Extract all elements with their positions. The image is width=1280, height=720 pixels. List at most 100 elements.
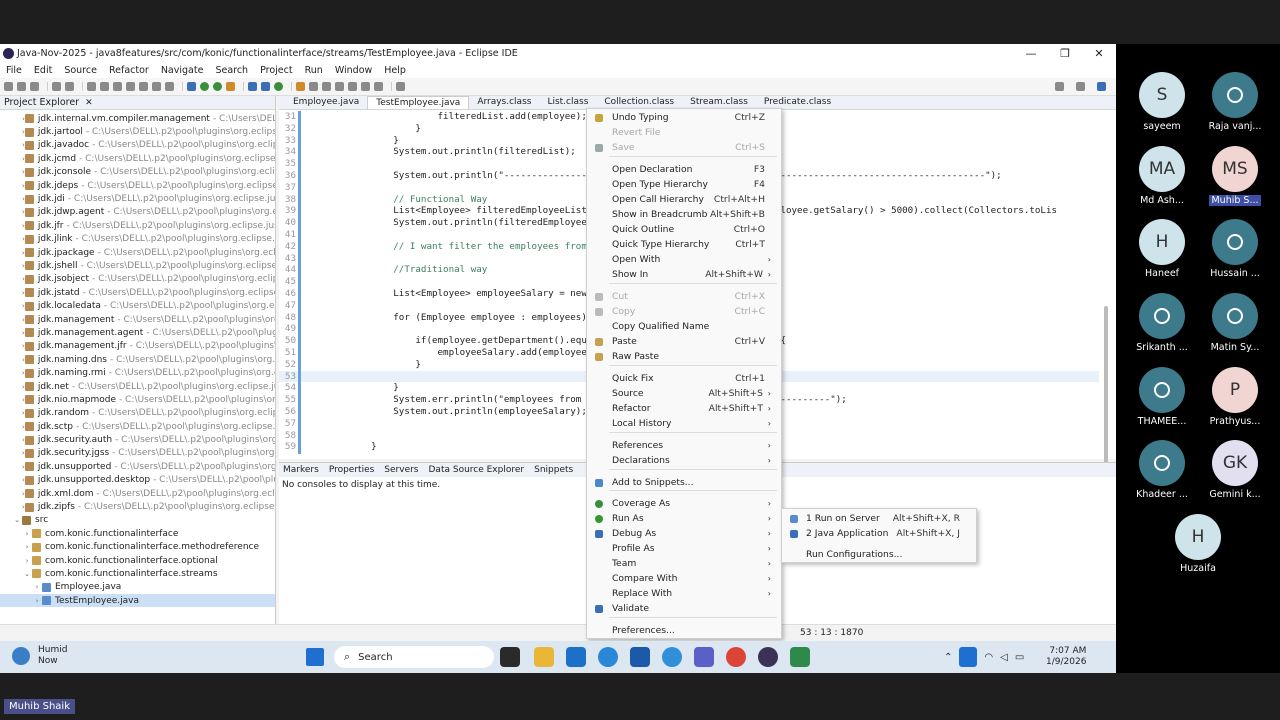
tree-item-file[interactable]: › TestEmployee.java xyxy=(0,594,275,608)
tab-arrays-class[interactable]: Arrays.class xyxy=(469,96,539,109)
disconnect-icon[interactable] xyxy=(126,82,135,91)
chevron-right-icon[interactable]: › xyxy=(32,583,42,591)
previous-annotation-icon[interactable] xyxy=(348,82,357,91)
suspend-icon[interactable] xyxy=(100,82,109,91)
edge-icon[interactable] xyxy=(598,647,618,667)
copilot-icon[interactable] xyxy=(662,647,682,667)
menu-item-undo-typing[interactable]: Undo Typing Ctrl+Z xyxy=(587,110,781,125)
debug-icon[interactable] xyxy=(187,82,196,91)
save-icon[interactable] xyxy=(17,82,26,91)
menu-item-add-to-snippets[interactable]: Add to Snippets... xyxy=(587,475,781,490)
tree-item[interactable]: › jdk.management.agent - C:\Users\DELL\.p2… xyxy=(0,326,275,339)
tree-item[interactable]: › jdk.jsobject - C:\Users\DELL\.p2\pool\pl… xyxy=(0,273,275,286)
chevron-right-icon[interactable]: › xyxy=(22,543,32,551)
tab-snippets[interactable]: Snippets xyxy=(534,465,573,475)
terminal-icon[interactable] xyxy=(52,82,61,91)
menu-item-open-type-hierarchy[interactable]: Open Type Hierarchy F4 xyxy=(587,177,781,192)
menu-refactor[interactable]: Refactor xyxy=(109,65,149,76)
battery-icon[interactable]: ▭ xyxy=(1015,652,1024,663)
chrome-icon[interactable] xyxy=(726,647,746,667)
skip-breakpoints-icon[interactable] xyxy=(65,82,74,91)
terminate-icon[interactable] xyxy=(113,82,122,91)
menu-item-refactor[interactable]: Refactor Alt+Shift+T › xyxy=(587,401,781,416)
tree-item[interactable]: › jdk.jlink - C:\Users\DELL\.p2\pool\plugi… xyxy=(0,233,275,246)
new-icon[interactable] xyxy=(4,82,13,91)
tab-properties[interactable]: Properties xyxy=(329,465,374,475)
tree-item[interactable]: › jdk.jcmd - C:\Users\DELL\.p2\pool\plugin… xyxy=(0,152,275,165)
store-icon[interactable] xyxy=(630,647,650,667)
tree-item[interactable]: › jdk.zipfs - C:\Users\DELL\.p2\pool\plugi… xyxy=(0,500,275,513)
tree-item[interactable]: › jdk.jdwp.agent - C:\Users\DELL\.p2\pool\… xyxy=(0,206,275,219)
run-icon[interactable] xyxy=(200,82,209,91)
tree-item[interactable]: › jdk.jconsole - C:\Users\DELL\.p2\pool\pl… xyxy=(0,166,275,179)
menu-window[interactable]: Window xyxy=(335,65,372,76)
menu-navigate[interactable]: Navigate xyxy=(161,65,204,76)
participant-tile[interactable]: GK Gemini k... xyxy=(1195,440,1275,500)
menu-project[interactable]: Project xyxy=(260,65,293,76)
java-perspective-icon[interactable] xyxy=(1097,82,1106,91)
next-annotation-icon[interactable] xyxy=(335,82,344,91)
taskbar-clock[interactable]: 7:07 AM 1/9/2026 xyxy=(1046,646,1086,668)
tree-item[interactable]: › jdk.jdi - C:\Users\DELL\.p2\pool\plugins… xyxy=(0,192,275,205)
open-type-icon[interactable] xyxy=(296,82,305,91)
menu-item-quick-outline[interactable]: Quick Outline Ctrl+O xyxy=(587,222,781,237)
participant-tile[interactable]: MS Muhib S... xyxy=(1195,146,1275,209)
participant-tile[interactable]: MA Md Ash... xyxy=(1122,146,1202,206)
tree-item[interactable]: › jdk.jartool - C:\Users\DELL\.p2\pool\plu… xyxy=(0,125,275,138)
volume-icon[interactable]: ◁ xyxy=(1000,652,1008,663)
save-all-icon[interactable] xyxy=(30,82,39,91)
forward-icon[interactable] xyxy=(374,82,383,91)
maximize-button[interactable]: ❐ xyxy=(1048,47,1082,60)
chevron-right-icon[interactable]: › xyxy=(32,597,42,605)
minimize-button[interactable]: — xyxy=(1014,47,1048,60)
tree-item[interactable]: › jdk.jdeps - C:\Users\DELL\.p2\pool\plugi… xyxy=(0,179,275,192)
taskbar-search[interactable]: ⌕ Search xyxy=(334,646,494,668)
project-explorer-title[interactable]: Project Explorer xyxy=(4,97,79,108)
tree-item[interactable]: › jdk.jpackage - C:\Users\DELL\.p2\pool\pl… xyxy=(0,246,275,259)
menu-item-show-in[interactable]: Show In Alt+Shift+W › xyxy=(587,267,781,282)
tree-item[interactable]: › jdk.management.jfr - C:\Users\DELL\.p2\p… xyxy=(0,340,275,353)
microphone-icon[interactable] xyxy=(959,647,978,667)
tree-item[interactable]: › jdk.naming.dns - C:\Users\DELL\.p2\pool\… xyxy=(0,353,275,366)
participant-tile[interactable]: Srikanth ... xyxy=(1122,293,1202,353)
menu-item-open-with[interactable]: Open With › xyxy=(587,252,781,267)
new-package-icon[interactable] xyxy=(261,82,270,91)
menu-item-declarations[interactable]: Declarations › xyxy=(587,453,781,468)
participant-tile[interactable]: P Prathyus... xyxy=(1195,367,1275,427)
tree-item-package[interactable]: › com.konic.functionalinterface.methodref… xyxy=(0,541,275,554)
menu-item-debug-as[interactable]: Debug As › xyxy=(587,526,781,541)
participant-tile[interactable]: THAMEE... xyxy=(1122,367,1202,427)
menu-item-local-history[interactable]: Local History › xyxy=(587,416,781,431)
search-icon[interactable] xyxy=(309,82,318,91)
menu-item-open-declaration[interactable]: Open Declaration F3 xyxy=(587,162,781,177)
file-explorer-icon[interactable] xyxy=(534,647,554,667)
menu-item-show-in-breadcrumb[interactable]: Show in Breadcrumb Alt+Shift+B xyxy=(587,207,781,222)
menu-item-team[interactable]: Team › xyxy=(587,556,781,571)
menu-item-references[interactable]: References › xyxy=(587,438,781,453)
new-java-project-icon[interactable] xyxy=(248,82,257,91)
menu-item-open-call-hierarchy[interactable]: Open Call Hierarchy Ctrl+Alt+H xyxy=(587,192,781,207)
tree-item[interactable]: › jdk.xml.dom - C:\Users\DELL\.p2\pool\plu… xyxy=(0,487,275,500)
tree-item[interactable]: › jdk.unsupported.desktop - C:\Users\DELL\… xyxy=(0,474,275,487)
menu-file[interactable]: File xyxy=(6,65,22,76)
outlook-icon[interactable] xyxy=(566,647,586,667)
tree-item[interactable]: › jdk.nio.mapmode - C:\Users\DELL\.p2\pool… xyxy=(0,393,275,406)
step-over-icon[interactable] xyxy=(152,82,161,91)
participant-tile[interactable]: Khadeer ... xyxy=(1122,440,1202,500)
wifi-icon[interactable]: ◠ xyxy=(984,652,993,663)
menu-item-profile-as[interactable]: Profile As › xyxy=(587,541,781,556)
menu-item-raw-paste[interactable]: Raw Paste xyxy=(587,349,781,364)
tab-markers[interactable]: Markers xyxy=(283,465,319,475)
editor-scrollbar[interactable] xyxy=(1104,306,1108,464)
close-window-button[interactable]: ✕ xyxy=(1082,47,1116,60)
tree-item-package[interactable]: ⌄ com.konic.functionalinterface.streams xyxy=(0,567,275,580)
step-into-icon[interactable] xyxy=(139,82,148,91)
tree-item[interactable]: › jdk.localedata - C:\Users\DELL\.p2\pool\… xyxy=(0,299,275,312)
participant-tile[interactable]: H Haneef xyxy=(1122,219,1202,279)
tab-employee-java[interactable]: Employee.java xyxy=(285,96,367,109)
menu-item-paste[interactable]: Paste Ctrl+V xyxy=(587,334,781,349)
participant-tile[interactable]: H Huzaifa xyxy=(1158,514,1238,574)
participant-tile[interactable]: Raja vanj... xyxy=(1195,72,1275,132)
menu-edit[interactable]: Edit xyxy=(34,65,52,76)
menu-item-source[interactable]: Source Alt+Shift+S › xyxy=(587,386,781,401)
